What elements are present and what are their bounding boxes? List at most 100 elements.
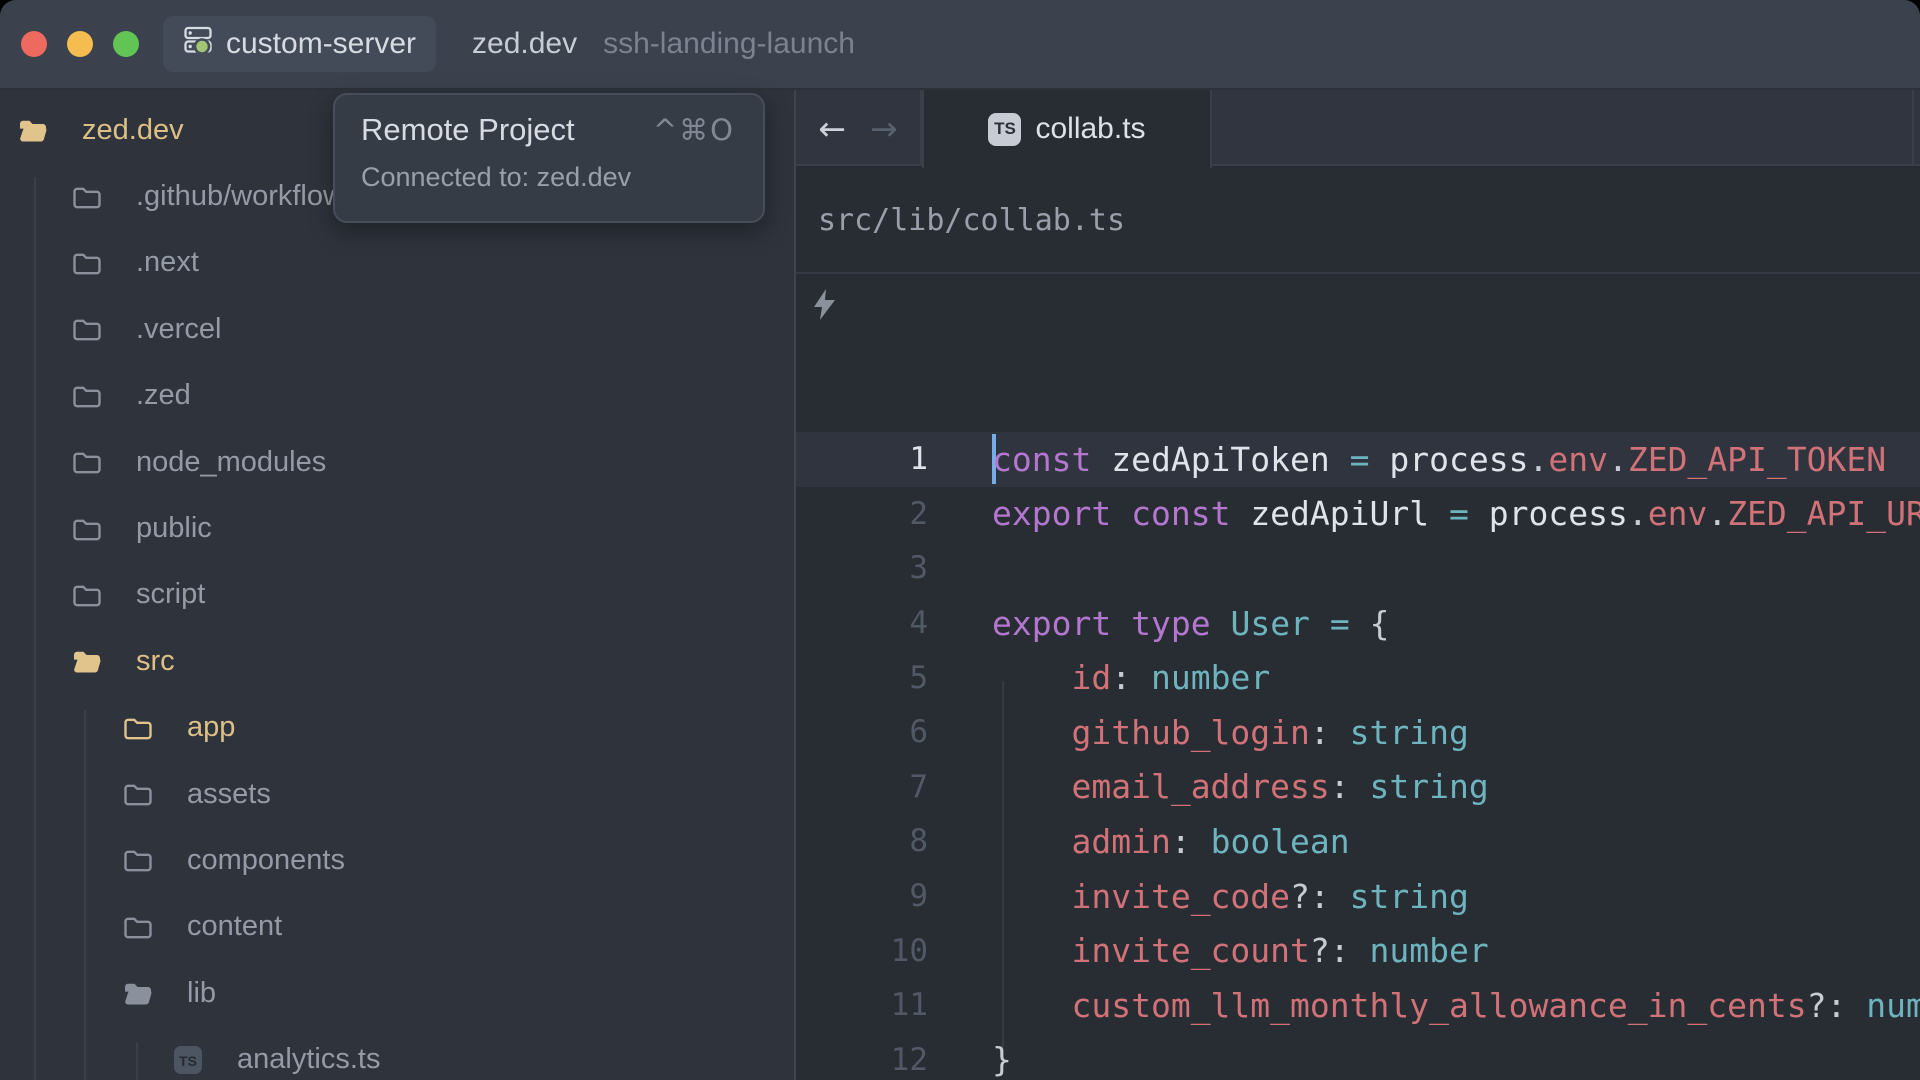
close-button[interactable] (21, 31, 47, 57)
code-editor[interactable]: 1const zedApiToken = process.env.ZED_API… (796, 276, 1920, 1080)
folder-icon (71, 448, 103, 476)
folder-icon (71, 515, 103, 543)
code-line[interactable]: 8 admin: boolean (796, 814, 1920, 869)
code-token: ?: (1310, 931, 1350, 970)
code-line[interactable]: 1const zedApiToken = process.env.ZED_API… (796, 432, 1920, 487)
nav-forward-button[interactable]: → (870, 109, 898, 148)
code-line[interactable]: 4export type User = { (796, 596, 1920, 651)
tree-item[interactable]: assets (0, 761, 792, 827)
project-name[interactable]: zed.dev (472, 27, 577, 61)
code-token (1310, 604, 1330, 643)
line-content: email_address: string (928, 767, 1489, 806)
code-token: User (1230, 604, 1309, 643)
folder-icon (122, 780, 154, 808)
code-token (1469, 494, 1489, 533)
remote-server-button[interactable]: custom-server (163, 16, 436, 72)
line-content: github_login: string (928, 713, 1469, 752)
code-token: string (1350, 877, 1469, 916)
code-token: env (1548, 440, 1608, 479)
code-token (1846, 986, 1866, 1025)
typescript-file-icon: TS (988, 113, 1021, 146)
folder-icon (122, 913, 154, 941)
tree-item-label: src (136, 645, 175, 678)
code-token (1350, 767, 1370, 806)
code-line[interactable]: 5 id: number (796, 650, 1920, 705)
server-button-label: custom-server (226, 27, 416, 61)
code-token (992, 767, 1071, 806)
tree-item[interactable]: .vercel (0, 296, 792, 362)
tree-item[interactable]: node_modules (0, 429, 792, 495)
line-number: 6 (796, 714, 928, 750)
tree-item[interactable]: TSanalytics.ts (0, 1026, 792, 1080)
code-line[interactable]: 2export const zedApiUrl = process.env.ZE… (796, 487, 1920, 542)
code-token (1091, 440, 1111, 479)
minimize-button[interactable] (67, 31, 93, 57)
code-line[interactable]: 12} (796, 1033, 1920, 1080)
tree-item-label: node_modules (136, 446, 326, 479)
tree-item[interactable]: .next (0, 230, 792, 296)
line-number: 10 (796, 933, 928, 969)
code-token (1211, 604, 1231, 643)
line-content: admin: boolean (928, 822, 1350, 861)
code-line[interactable]: 11 custom_llm_monthly_allowance_in_cents… (796, 978, 1920, 1033)
remote-project-tooltip: Remote Project ^⌘O Connected to: zed.dev (333, 93, 765, 223)
code-token (1330, 877, 1350, 916)
code-token (1350, 931, 1370, 970)
code-action-lightning-icon[interactable] (811, 288, 838, 326)
code-token (1191, 822, 1211, 861)
pane-edge-divider (1912, 90, 1914, 166)
line-number: 12 (796, 1042, 928, 1078)
line-number: 2 (796, 496, 928, 532)
tree-item-label: public (136, 512, 212, 545)
code-token (1111, 604, 1131, 643)
line-number: 5 (796, 660, 928, 696)
folder-icon (71, 183, 103, 211)
nav-back-button[interactable]: ← (818, 109, 846, 148)
code-token: id (1071, 658, 1111, 697)
zoom-button[interactable] (113, 31, 139, 57)
line-content: invite_count?: number (928, 931, 1489, 970)
code-line[interactable]: 6 github_login: string (796, 705, 1920, 760)
code-token: const (1131, 494, 1230, 533)
code-line[interactable]: 3 (796, 541, 1920, 596)
line-content: } (928, 1040, 1012, 1079)
code-token: = (1350, 440, 1370, 479)
code-line[interactable]: 9 invite_code?: string (796, 869, 1920, 924)
code-token: number (1370, 931, 1489, 970)
code-token: { (1370, 604, 1390, 643)
code-token (992, 713, 1071, 752)
tree-item-label: .github/workflows (136, 180, 358, 213)
tree-item[interactable]: components (0, 827, 792, 893)
code-line[interactable]: 10 invite_count?: number (796, 923, 1920, 978)
folder-icon (71, 315, 103, 343)
line-number: 3 (796, 550, 928, 586)
tree-item[interactable]: .zed (0, 363, 792, 429)
code-token: . (1628, 494, 1648, 533)
tooltip-subtitle: Connected to: zed.dev (361, 162, 735, 193)
code-token: ?: (1290, 877, 1330, 916)
line-content: custom_llm_monthly_allowance_in_cents?: … (928, 986, 1920, 1025)
code-token: process (1389, 440, 1528, 479)
line-number: 11 (796, 987, 928, 1023)
code-token (1230, 494, 1250, 533)
ts-file-icon: TS (172, 1044, 204, 1076)
code-token: invite_code (1071, 877, 1290, 916)
tree-item[interactable]: content (0, 894, 792, 960)
branch-name[interactable]: ssh-landing-launch (603, 27, 855, 61)
tree-item[interactable]: src (0, 628, 792, 694)
project-panel: zed.dev.github/workflows.next.vercel.zed… (0, 90, 796, 1080)
tree-item[interactable]: script (0, 562, 792, 628)
code-token: github_login (1071, 713, 1309, 752)
file-tree: zed.dev.github/workflows.next.vercel.zed… (0, 97, 792, 1080)
code-line[interactable]: 7 email_address: string (796, 760, 1920, 815)
folder-icon (71, 581, 103, 609)
code-token: custom_llm_monthly_allowance_in_cents (1071, 986, 1806, 1025)
tree-item[interactable]: app (0, 695, 792, 761)
tree-item[interactable]: lib (0, 960, 792, 1026)
tab-collab-ts[interactable]: TS collab.ts (922, 90, 1212, 168)
line-number: 7 (796, 769, 928, 805)
folder-icon (122, 846, 154, 874)
server-icon (183, 25, 213, 63)
tree-item[interactable]: public (0, 495, 792, 561)
breadcrumb[interactable]: src/lib/collab.ts (796, 168, 1920, 274)
